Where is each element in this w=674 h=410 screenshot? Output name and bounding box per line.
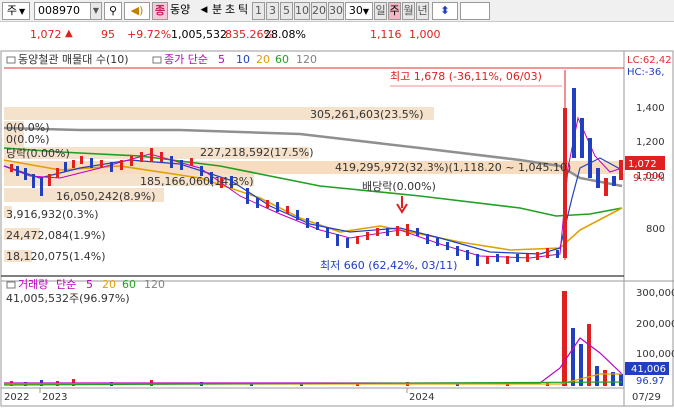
chevron-down-icon: ▼ [362,7,370,16]
high-label: 최고 1,678 (-36,11%, 06/03) [390,70,542,83]
vol-ma120: 120 [144,278,165,291]
quote-row: 1,072 ▲ 95 +9.72% 1,005,532 835.26% 28.0… [0,25,674,45]
vol-ma5: 5 [86,278,93,291]
vp-label: 419,295,972(32.3%)(1,118.20 ~ 1,045.10) [335,161,571,174]
stock-chart[interactable]: 동양철관 매물대 수(10) 종가 단순 5 10 20 60 120 LC:6… [0,48,674,407]
volume-tick: 200,000 [636,319,674,330]
price-tick: 1,200 [636,137,665,148]
tab-10[interactable]: 10 [294,2,310,20]
tab-5[interactable]: 5 [280,2,293,20]
volume-tick: 100,000 [636,349,674,360]
low-label: 최저 660 (62,42%, 03/11) [320,259,457,272]
volume-tick: 300,000 [636,288,674,299]
current-price: 1,072 [30,28,62,41]
tab-week[interactable]: 주 [388,2,401,20]
stock-name: 동양 [170,3,191,16]
extra-input[interactable] [460,2,490,20]
chevron-down-icon: ▼ [92,6,100,15]
volume-value: 41,005,532주(96.97%) [6,292,130,305]
vp-label: 18,120,075(1.4%) [6,250,106,263]
x-label: 2023 [42,392,67,403]
hc-label: HC:-36, [627,67,664,78]
vp-label: 227,218,592(17.5%) [200,146,314,159]
search-button[interactable]: ⚲ [104,2,122,20]
up-arrow-icon: ▲ [65,28,73,39]
current-pct-tag: 9.72% [633,173,665,184]
tab-tick[interactable]: 틱 [236,2,250,20]
price-tick: 800 [646,224,665,235]
speaker-icon: ◀) [130,4,144,17]
updown-icon: ⬍ [440,4,450,17]
vp-label: 305,261,603(23.5%) [310,108,424,121]
x-label-date: 07/29 [632,392,661,403]
tab-30[interactable]: 30 [328,2,344,20]
vp-label: 3,916,932(0.3%) [6,208,99,221]
ma20-label: 20 [256,53,270,66]
toolbar: 주 ▼ 008970 ▼ ⚲ ◀) 종 동양 ◀ 분 초 틱 1 3 5 10 2… [0,0,674,22]
x-label: 2024 [409,392,434,403]
info-button[interactable]: 종 [152,2,168,20]
ma10-label: 10 [236,53,250,66]
dividend-label-left: 당락(0.00%) [6,147,70,160]
ma5-label: 5 [218,53,225,66]
tab-sec[interactable]: 초 [223,2,237,20]
code-value: 008970 [38,4,80,17]
ma60-label: 60 [275,53,289,66]
updown-button[interactable]: ⬍ [432,2,458,20]
tab-year[interactable]: 년 [416,2,429,20]
base-price: 1,000 [409,28,441,41]
current-price-tag-text: 1,072 [628,159,657,170]
volume-ma-label: 단순 [56,278,76,291]
volume-tag-text: 41,006 [631,364,666,375]
turnover: 28.08% [264,28,306,41]
tab-1[interactable]: 1 [252,2,265,20]
period-select[interactable]: 30▼ [345,2,373,20]
market-select[interactable]: 주 ▼ [2,2,30,20]
dividend-label: 배당락(0.00%) [362,180,436,193]
prev-price: 1,116 [370,28,402,41]
ma120-label: 120 [296,53,317,66]
tab-month[interactable]: 월 [402,2,415,20]
vp-label: 0(0.0%) [6,133,50,146]
volume: 1,005,532 [171,28,227,41]
x-label: 2022 [4,392,29,403]
chevron-down-icon: ▼ [18,7,26,16]
code-dropdown-button[interactable]: ▼ [90,2,102,20]
ma-legend-label: 종가 단순 [164,53,208,66]
vp-label: 16,050,242(8.9%) [56,190,156,203]
tab-20[interactable]: 20 [311,2,327,20]
vp-label: 185,166,060(14.3%) [140,175,254,188]
price-change: 95 [101,28,115,41]
tab-3[interactable]: 3 [266,2,279,20]
lc-label: LC:62,42 [627,55,672,66]
volume-pct-tag: 96.97 [636,376,665,387]
info-icon: 종 [154,4,166,17]
vp-label: 24,472,084(1.9%) [6,229,106,242]
vol-ma20: 20 [102,278,116,291]
market-label: 주 [6,4,17,17]
volume-legend-label: 거래량 [18,278,48,291]
price-change-pct: +9.72% [127,28,172,41]
tab-min[interactable]: 분 [210,2,224,20]
price-tick: 1,400 [636,103,665,114]
volume-profile-legend: 동양철관 매물대 수(10) [18,53,129,66]
tab-day[interactable]: 일 [374,2,387,20]
speaker-button[interactable]: ◀) [124,2,150,20]
vol-ma60: 60 [122,278,136,291]
search-icon: ⚲ [108,4,118,17]
arrow-left-icon[interactable]: ◀ [199,2,209,20]
period-value: 30 [348,4,363,17]
